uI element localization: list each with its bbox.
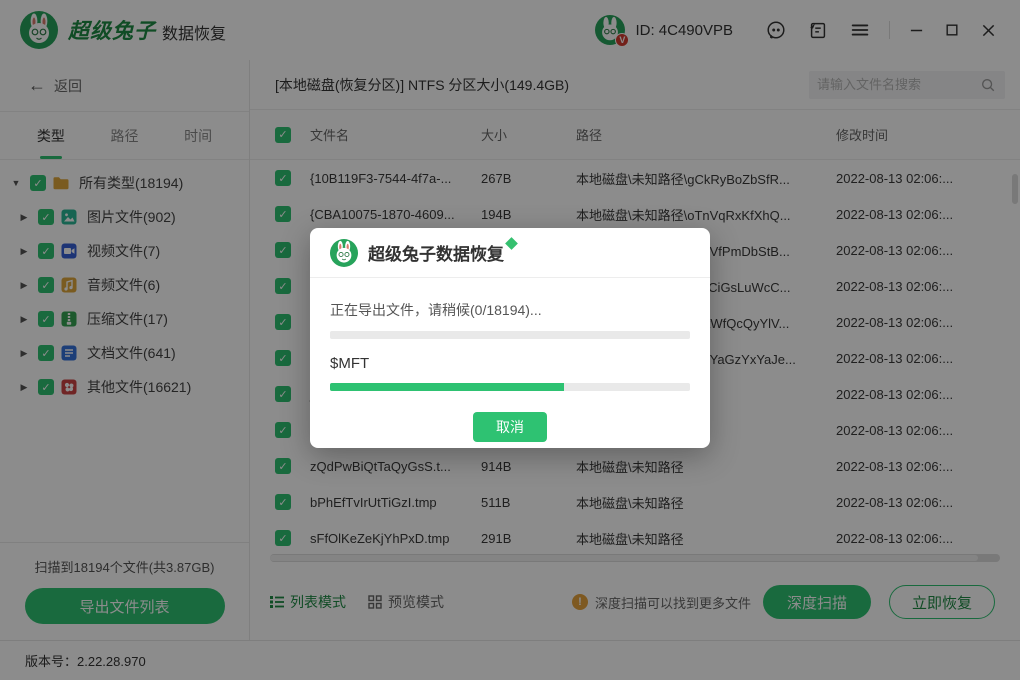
export-status-text: 正在导出文件，请稍候(0/18194)...	[330, 300, 690, 320]
file-progress-fill	[330, 383, 564, 391]
file-progress-bar	[330, 383, 690, 391]
overall-progress-bar	[330, 331, 690, 339]
dialog-title: 超级兔子数据恢复	[368, 240, 504, 265]
current-file-label: $MFT	[330, 355, 690, 372]
dialog-header: 超级兔子数据恢复	[310, 228, 710, 278]
diamond-decoration-icon	[505, 237, 518, 250]
export-progress-dialog: 超级兔子数据恢复 正在导出文件，请稍候(0/18194)... $MFT 取消	[310, 228, 710, 448]
cancel-button[interactable]: 取消	[473, 412, 547, 442]
dialog-body: 正在导出文件，请稍候(0/18194)... $MFT 取消	[310, 300, 710, 442]
dialog-logo-icon	[330, 239, 358, 267]
